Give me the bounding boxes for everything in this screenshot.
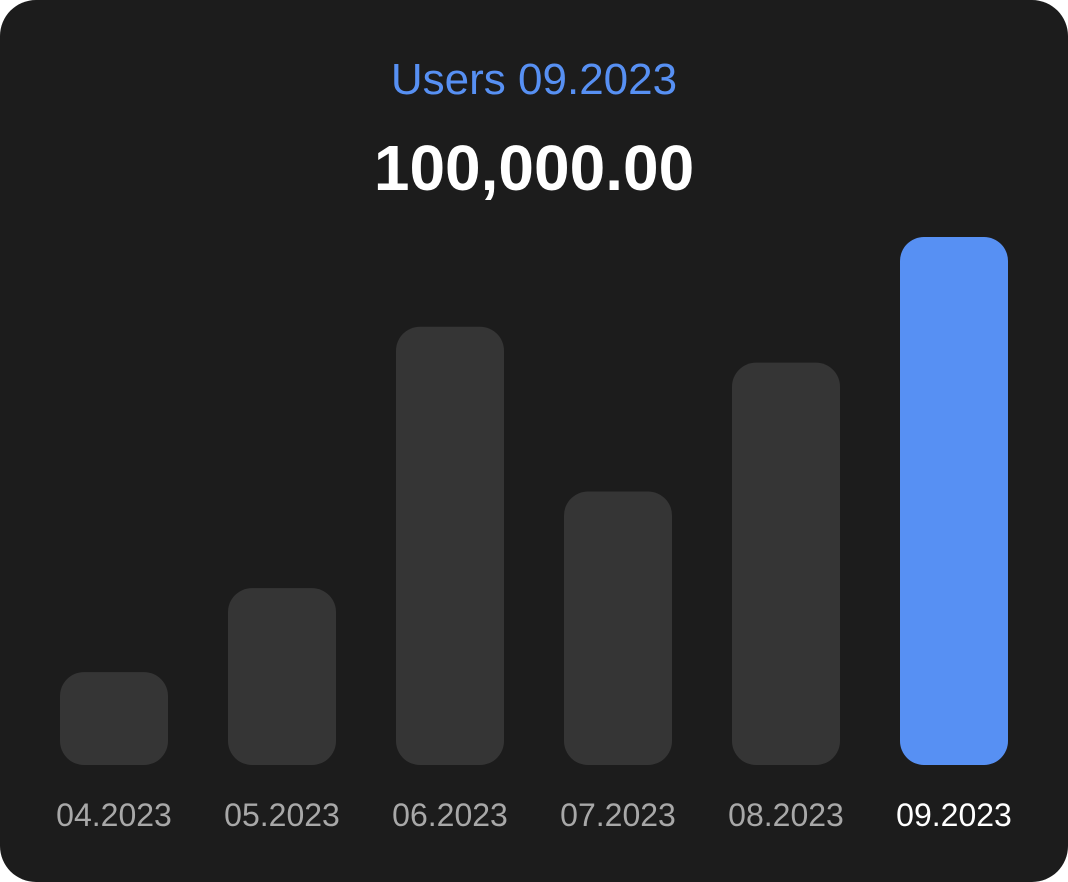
chart-card: Users 09.2023 100,000.00 04.2023 05.2023 0… bbox=[0, 0, 1068, 882]
x-tick-label: 07.2023 bbox=[560, 797, 676, 833]
bar-06.2023[interactable] bbox=[396, 326, 504, 765]
bar-04.2023[interactable] bbox=[60, 672, 168, 765]
bar-08.2023[interactable] bbox=[732, 362, 840, 765]
bar-07.2023[interactable] bbox=[564, 491, 672, 765]
bar-09.2023[interactable] bbox=[900, 237, 1008, 765]
x-tick-label: 08.2023 bbox=[728, 797, 844, 833]
x-tick-label: 06.2023 bbox=[392, 797, 508, 833]
bar-chart: 04.2023 05.2023 06.2023 07.2023 08.2023 09.20… bbox=[56, 237, 1012, 833]
x-tick-label: 09.2023 bbox=[896, 797, 1012, 833]
bar-05.2023[interactable] bbox=[228, 588, 336, 765]
x-tick-label: 04.2023 bbox=[56, 797, 172, 833]
x-tick-label: 05.2023 bbox=[224, 797, 340, 833]
